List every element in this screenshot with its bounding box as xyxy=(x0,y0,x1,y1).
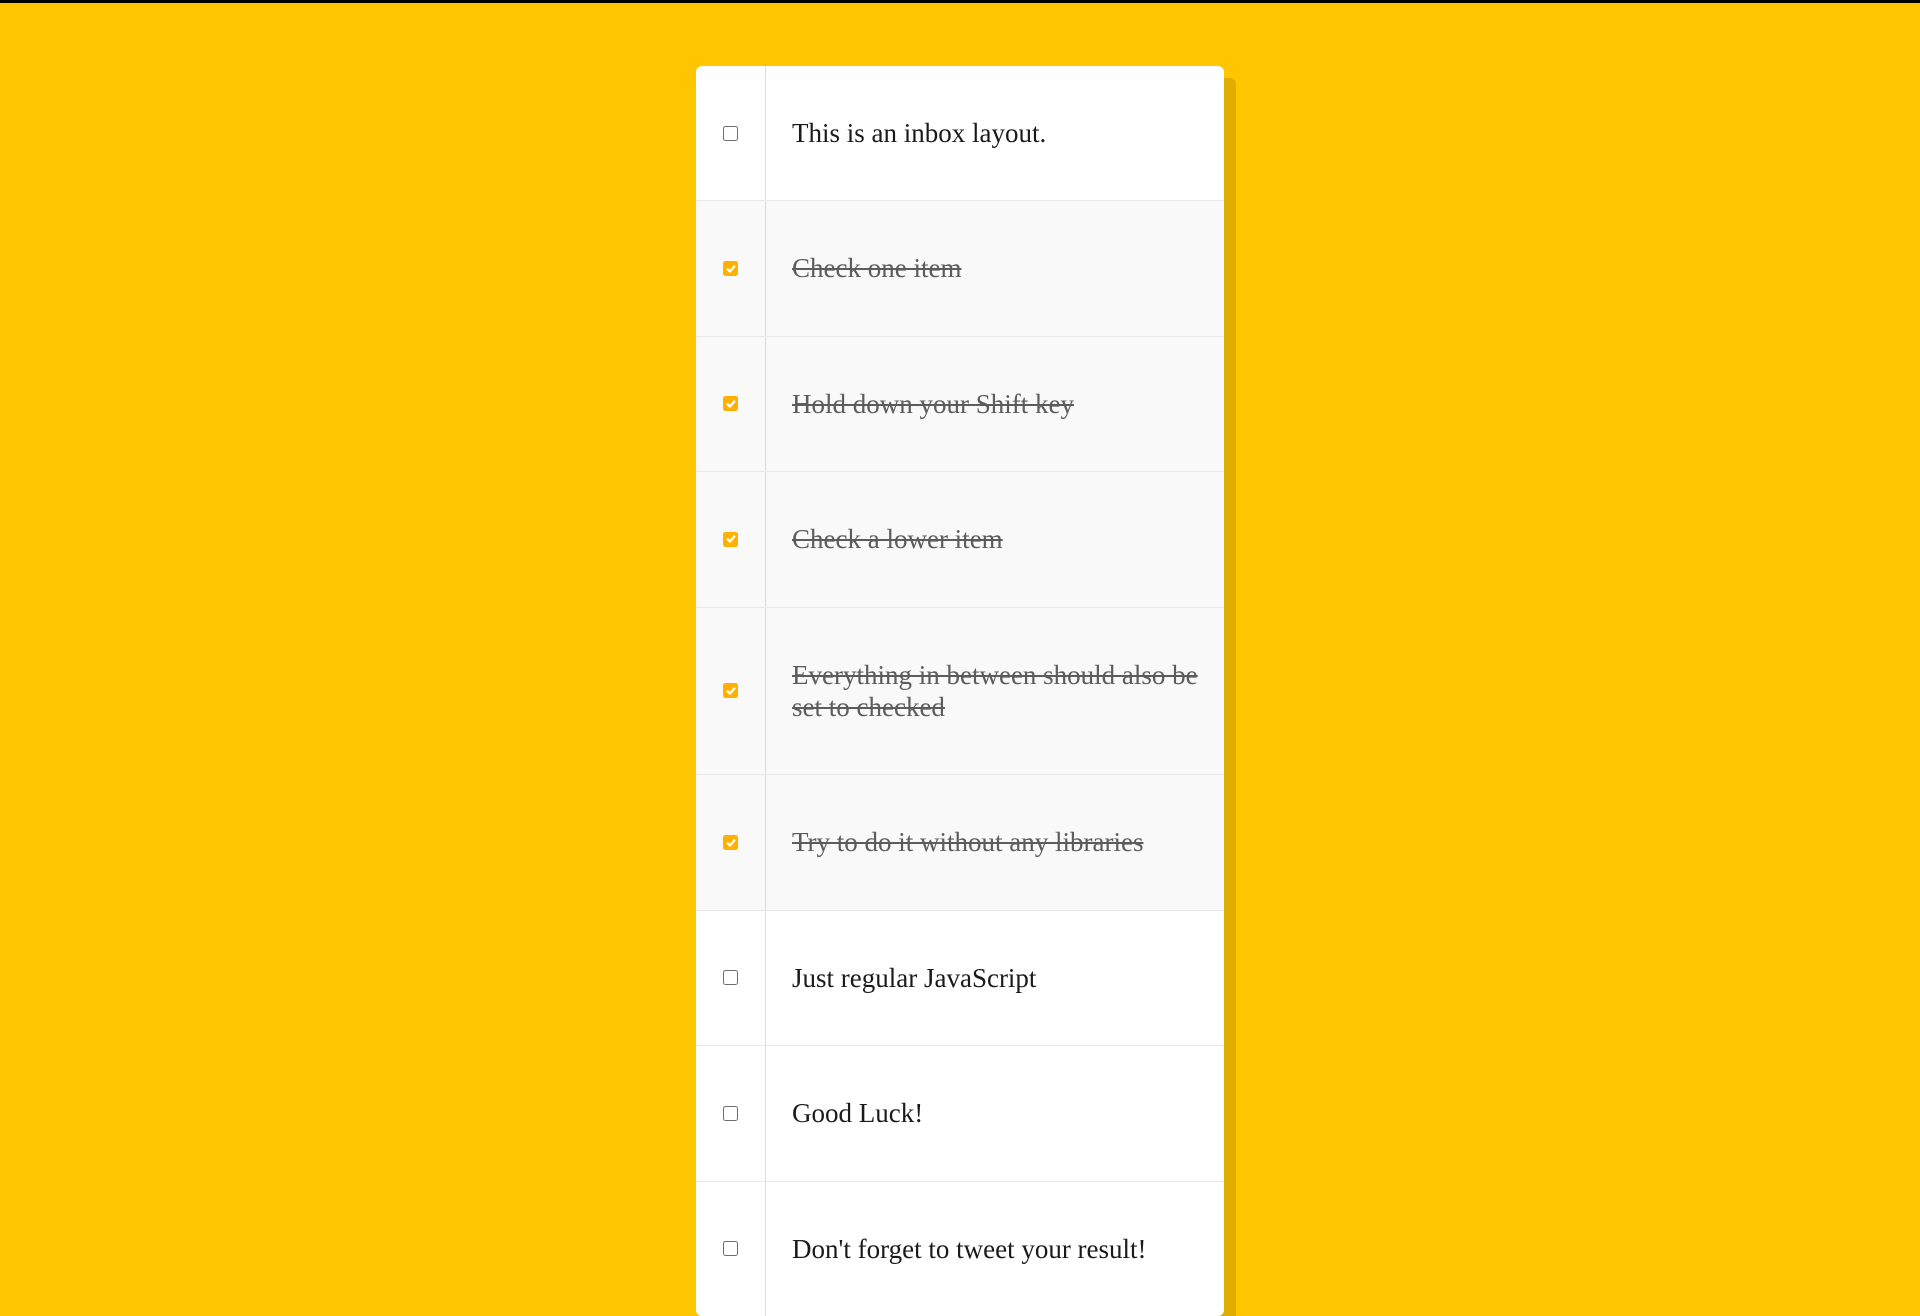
check-icon xyxy=(726,534,736,544)
item-label: Check a lower item xyxy=(766,499,1224,579)
list-item: Just regular JavaScript xyxy=(696,911,1224,1046)
check-icon xyxy=(726,686,736,696)
item-label: Don't forget to tweet your result! xyxy=(766,1209,1224,1289)
item-label: This is an inbox layout. xyxy=(766,93,1224,173)
item-checkbox[interactable] xyxy=(723,261,738,276)
check-icon xyxy=(726,838,736,848)
item-checkbox[interactable] xyxy=(723,1241,738,1256)
item-label: Hold down your Shift key xyxy=(766,364,1224,444)
item-checkbox[interactable] xyxy=(723,835,738,850)
check-icon xyxy=(726,399,736,409)
item-label: Try to do it without any libraries xyxy=(766,802,1224,882)
list-item: Good Luck! xyxy=(696,1046,1224,1181)
item-label: Everything in between should also be set… xyxy=(766,635,1224,748)
checkbox-column xyxy=(696,201,766,335)
checkbox-column xyxy=(696,472,766,606)
item-label: Check one item xyxy=(766,228,1224,308)
list-item: Don't forget to tweet your result! xyxy=(696,1182,1224,1316)
checkbox-column xyxy=(696,337,766,471)
list-item: Everything in between should also be set… xyxy=(696,608,1224,776)
list-item: Check one item xyxy=(696,201,1224,336)
item-checkbox[interactable] xyxy=(723,683,738,698)
checkbox-column xyxy=(696,1046,766,1180)
inbox-panel: This is an inbox layout. Check one item … xyxy=(696,66,1224,1316)
item-checkbox[interactable] xyxy=(723,970,738,985)
checkbox-column xyxy=(696,66,766,200)
checkbox-column xyxy=(696,911,766,1045)
list-item: Try to do it without any libraries xyxy=(696,775,1224,910)
list-item: Hold down your Shift key xyxy=(696,337,1224,472)
checkbox-column xyxy=(696,1182,766,1316)
list-item: Check a lower item xyxy=(696,472,1224,607)
item-checkbox[interactable] xyxy=(723,532,738,547)
item-label: Just regular JavaScript xyxy=(766,938,1224,1018)
checkbox-column xyxy=(696,775,766,909)
item-label: Good Luck! xyxy=(766,1073,1224,1153)
item-checkbox[interactable] xyxy=(723,396,738,411)
check-icon xyxy=(726,264,736,274)
item-checkbox[interactable] xyxy=(723,1106,738,1121)
list-item: This is an inbox layout. xyxy=(696,66,1224,201)
item-checkbox[interactable] xyxy=(723,126,738,141)
top-border-bar xyxy=(0,0,1920,3)
checkbox-column xyxy=(696,608,766,775)
